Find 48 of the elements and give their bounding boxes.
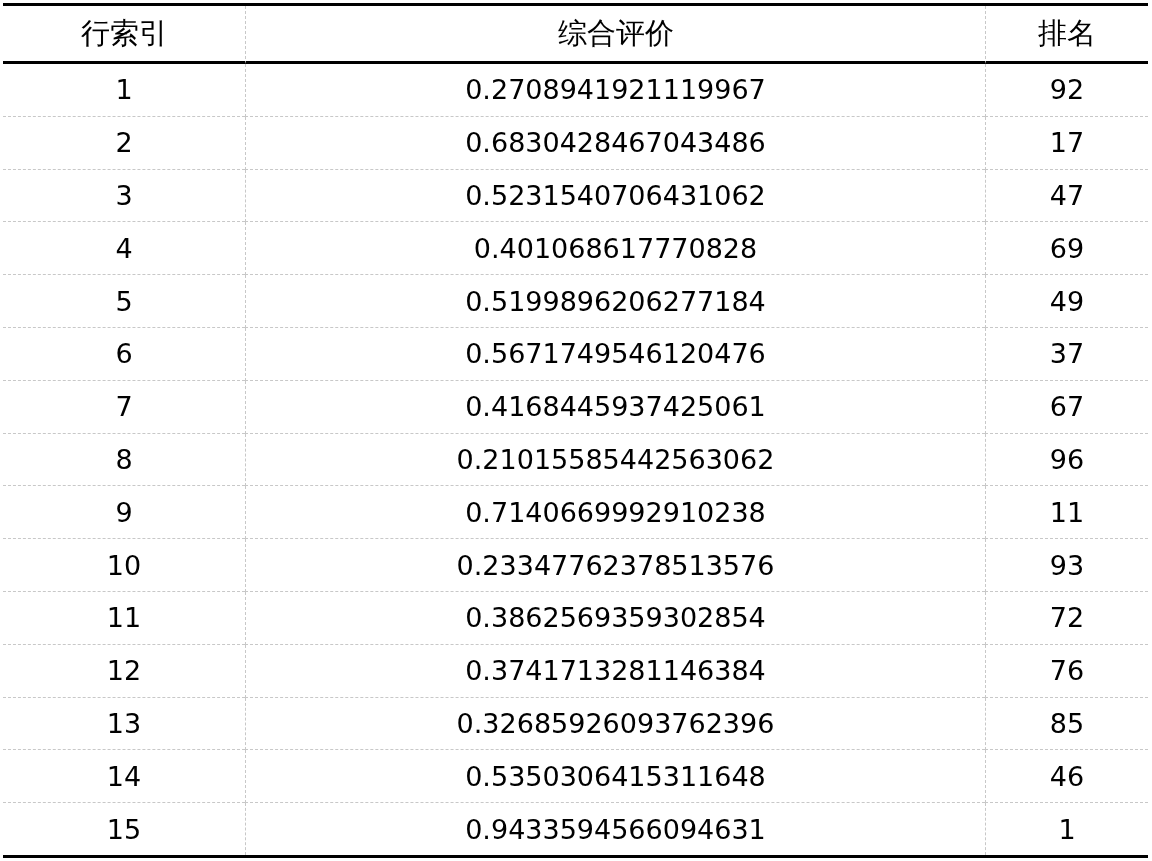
table-cell: 13 [3,697,245,751]
table-cell: 0.7140669992910238 [245,486,985,540]
table-cell: 47 [985,169,1148,223]
table-cell: 0.3862569359302854 [245,591,985,645]
table-cell: 0.5671749546120476 [245,328,985,381]
column-header: 行索引 [3,6,245,64]
table-cell: 0.32685926093762396 [245,697,985,751]
table-cell: 96 [985,433,1148,487]
table-cell: 0.4168445937425061 [245,380,985,434]
table-cell: 11 [985,486,1148,540]
table-cell: 4 [3,222,245,276]
column-header: 综合评价 [245,6,985,64]
table-cell: 3 [3,169,245,223]
table-cell: 10 [3,539,245,592]
table-cell: 0.401068617770828 [245,222,985,276]
table-cell: 9 [3,486,245,540]
table-cell: 5 [3,275,245,328]
table-cell: 0.9433594566094631 [245,803,985,855]
table-cell: 0.21015585442563062 [245,433,985,487]
table-cell: 92 [985,64,1148,117]
table-cell: 1 [985,803,1148,855]
table-cell: 72 [985,591,1148,645]
table-cell: 0.5199896206277184 [245,275,985,328]
table-cell: 14 [3,750,245,804]
column-header: 排名 [985,6,1148,64]
table-cell: 7 [3,380,245,434]
table-cell: 8 [3,433,245,487]
table-cell: 49 [985,275,1148,328]
table-cell: 12 [3,644,245,698]
table-cell: 1 [3,64,245,117]
table-cell: 69 [985,222,1148,276]
table-cell: 37 [985,328,1148,381]
table-cell: 67 [985,380,1148,434]
table-cell: 17 [985,116,1148,170]
table-cell: 11 [3,591,245,645]
table-cell: 85 [985,697,1148,751]
table-cell: 0.5231540706431062 [245,169,985,223]
table-cell: 0.2708941921119967 [245,64,985,117]
table-cell: 0.6830428467043486 [245,116,985,170]
table-cell: 0.5350306415311648 [245,750,985,804]
table-cell: 46 [985,750,1148,804]
table-cell: 0.23347762378513576 [245,539,985,592]
table-cell: 0.3741713281146384 [245,644,985,698]
table-cell-text: 15 [105,812,143,847]
table-cell: 93 [985,539,1148,592]
table-cell: 2 [3,116,245,170]
table-cell: 6 [3,328,245,381]
table-cell: 76 [985,644,1148,698]
